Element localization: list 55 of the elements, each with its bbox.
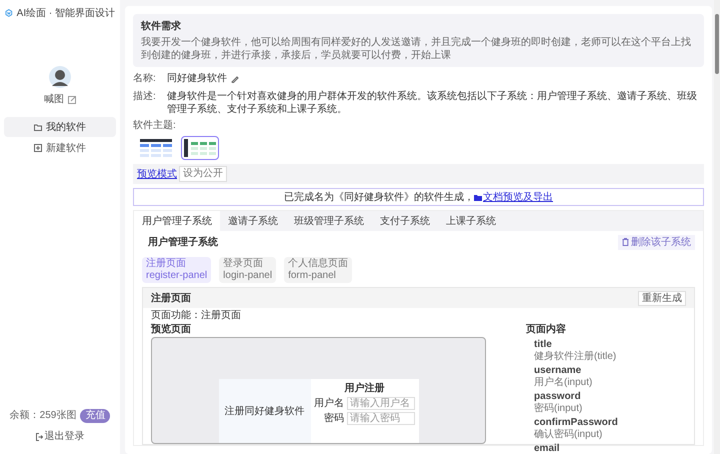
folder-icon: [474, 194, 482, 200]
subsystem-title: 用户管理子系统: [147, 235, 218, 250]
content-item-description: 确认密码(input): [534, 429, 604, 441]
make-public-button[interactable]: 设为公开: [179, 166, 227, 182]
subsystem-tab[interactable]: 支付子系统: [372, 211, 438, 231]
subsystem-tab[interactable]: 邀请子系统: [220, 211, 286, 231]
content-item-description: 健身软件注册(title): [534, 351, 618, 363]
description-text: 健身软件是一个针对喜欢健身的用户群体开发的软件系统。该系统包括以下子系统：用户管理子系统、邀请子系统、班级管理子系统、支付子系统和上课子系统。: [167, 90, 698, 116]
preview-form-title: 用户注册: [344, 382, 384, 395]
user-name: 喊图: [44, 92, 64, 107]
description-label: 描述:: [133, 90, 157, 104]
balance-text: 余额：259张图: [10, 408, 76, 423]
page-chip[interactable]: 个人信息页面 form-panel: [284, 257, 352, 283]
avatar-icon: [49, 66, 71, 88]
content-item-description: 密码(input): [534, 403, 584, 415]
page-panel-title: 注册页面: [151, 291, 191, 306]
page-function-text: 页面功能：注册页面: [151, 308, 242, 323]
preview-field-label: 密码: [323, 412, 344, 424]
edit-icon[interactable]: [231, 74, 239, 82]
page-chip[interactable]: 登录页面 login-panel: [219, 257, 276, 283]
content-item-description: 用户名(input): [534, 377, 594, 389]
software-name: 同好健身软件: [167, 72, 227, 86]
theme-thumbnail[interactable]: [181, 136, 219, 160]
theme-thumbnail[interactable]: [137, 136, 175, 160]
sidebar-item[interactable]: 我的软件: [4, 117, 116, 137]
delete-subsystem-button[interactable]: 删除该子系统: [618, 234, 695, 250]
content-item-name: confirmPassword: [534, 417, 618, 428]
edit-icon[interactable]: [68, 96, 76, 104]
subsystem-tab[interactable]: 班级管理子系统: [286, 211, 372, 231]
requirement-text: 我要开发一个健身软件，他可以给周围有同样爱好的人发送邀请，并且完成一个健身班的即时创建，老师可以在这个平台上找到创建的健身班，并进行承接，承接后，学员就要可以付费，开始上课: [141, 36, 692, 62]
content-item-name: password: [534, 391, 582, 402]
page-chip[interactable]: 注册页面 register-panel: [142, 257, 212, 283]
preview-field-label: 用户名: [314, 398, 344, 410]
logout-icon: [36, 432, 42, 440]
content-item-name: title: [534, 339, 553, 351]
add-icon: [34, 144, 42, 152]
theme-label: 软件主题:: [133, 120, 177, 132]
subsystem-tab[interactable]: 上课子系统: [438, 211, 504, 231]
name-label: 名称:: [133, 72, 157, 86]
requirement-title: 软件需求: [141, 20, 182, 34]
preview-hero-text: 注册同好健身软件: [224, 404, 304, 418]
regenerate-button[interactable]: 重新生成: [638, 290, 686, 306]
page-content-title: 页面内容: [526, 323, 567, 337]
sidebar-item[interactable]: 新建软件: [4, 138, 116, 158]
content-item-name: email: [534, 443, 561, 454]
content-item-name: username: [534, 365, 582, 376]
completion-text: 已完成名为《同好健身软件》的软件生成，: [284, 190, 474, 204]
trash-icon: [622, 238, 629, 246]
preview-title: 预览页面: [151, 323, 192, 337]
subsystem-tab[interactable]: 用户管理子系统: [134, 211, 220, 231]
folder-icon: [34, 124, 42, 130]
logout-link[interactable]: 退出登录: [0, 429, 120, 444]
app-title: AI绘面 · 智能界面设计: [16, 6, 115, 20]
recharge-button[interactable]: 充值: [80, 408, 110, 422]
preview-mode-link[interactable]: 预览模式: [137, 166, 177, 182]
